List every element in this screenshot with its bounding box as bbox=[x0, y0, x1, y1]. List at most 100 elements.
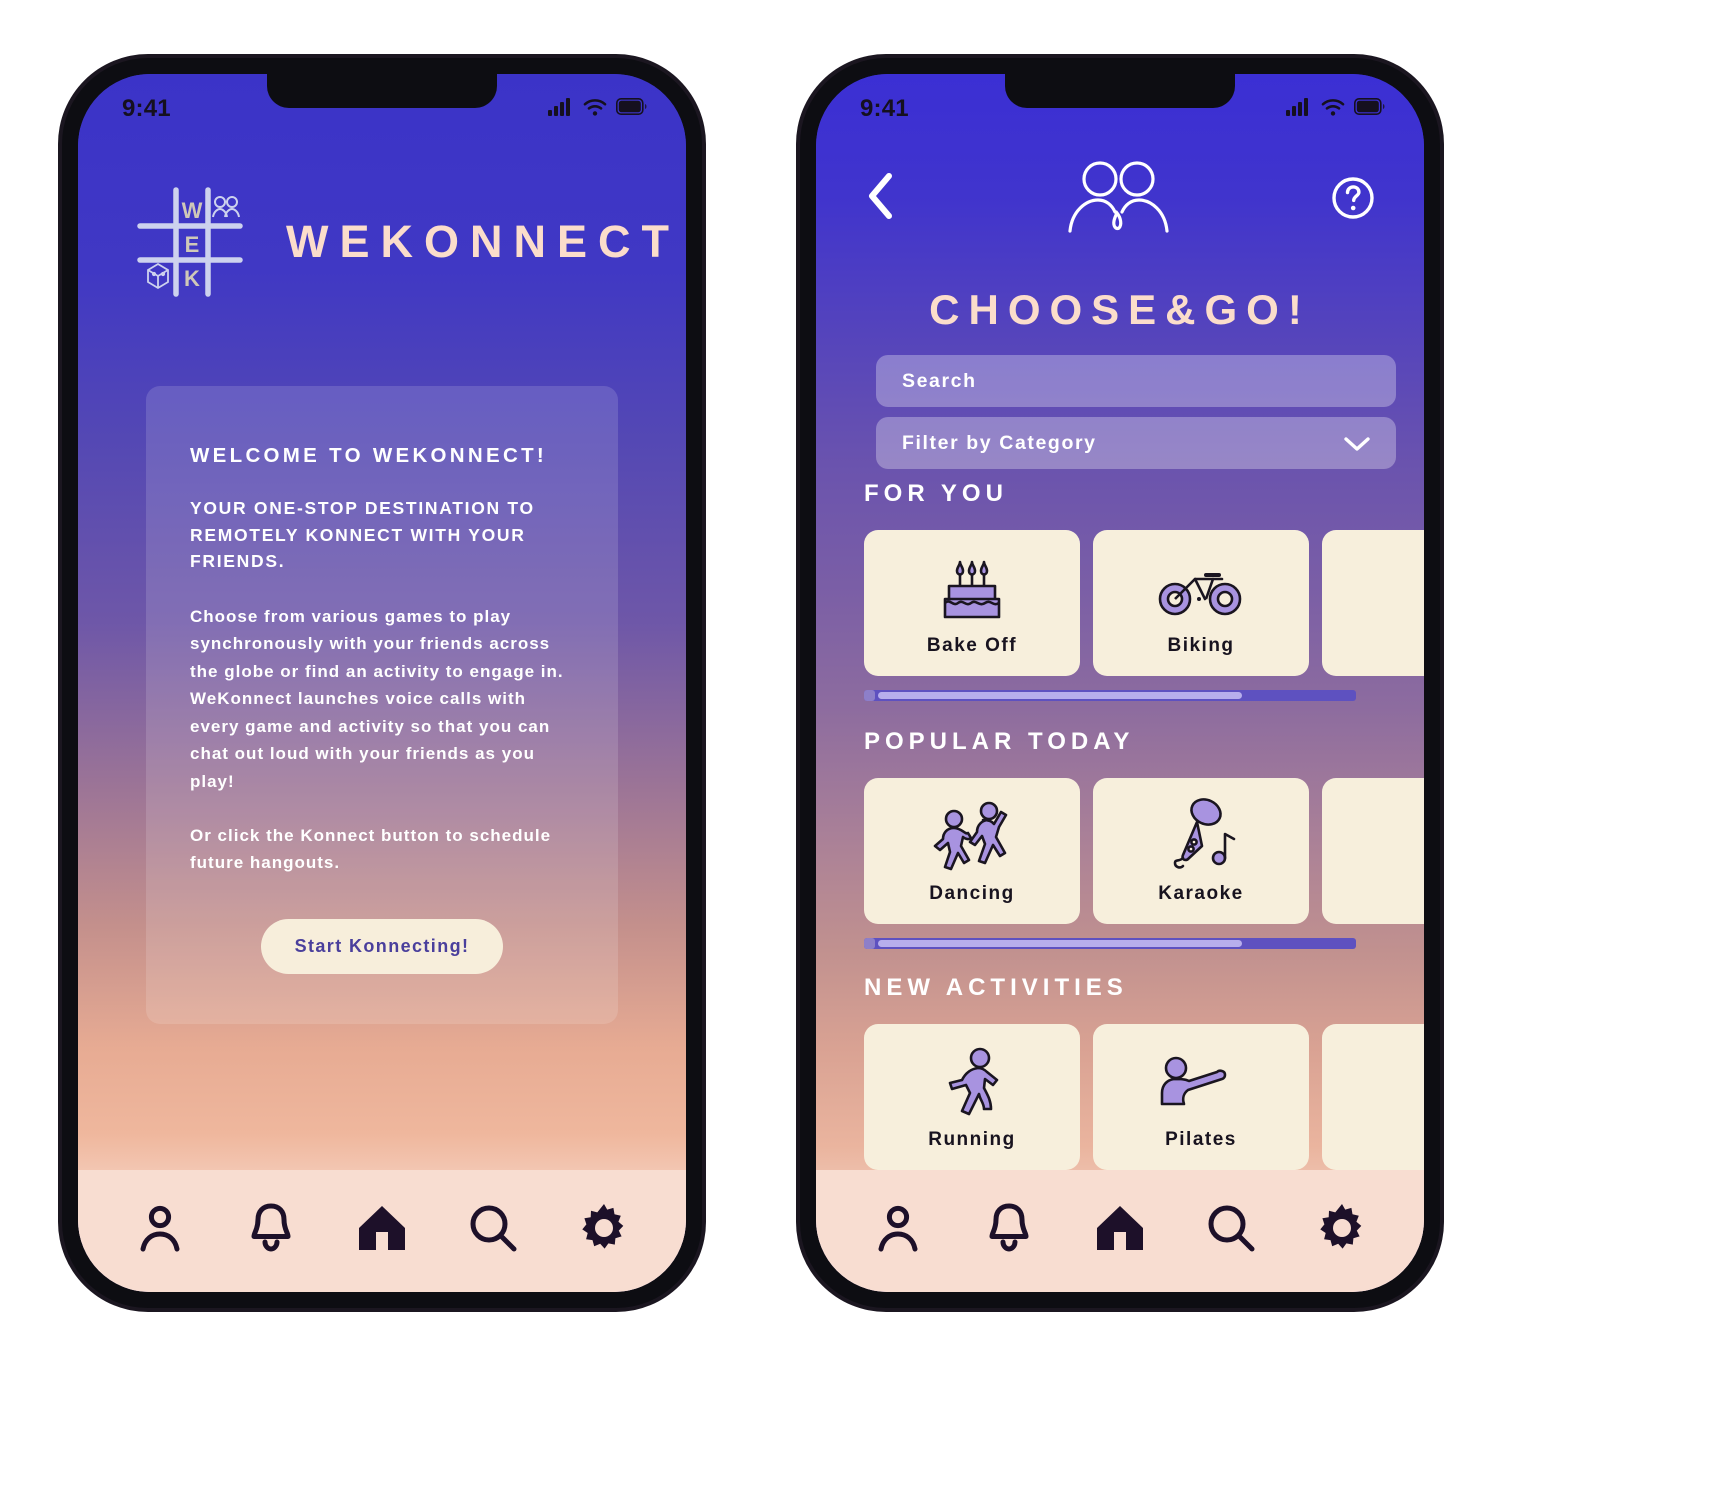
status-time: 9:41 bbox=[860, 95, 909, 122]
status-indicators bbox=[1286, 97, 1386, 121]
chevron-left-icon[interactable] bbox=[864, 170, 904, 226]
brand-wordmark: WEKONNECT bbox=[286, 216, 680, 267]
help-circle-icon[interactable] bbox=[1330, 175, 1376, 221]
nav-item-home[interactable] bbox=[346, 1196, 418, 1260]
bottom-nav-bar bbox=[78, 1170, 686, 1292]
activity-card-bake-off[interactable]: Bake Off bbox=[864, 530, 1080, 676]
dancing-couple-icon bbox=[932, 797, 1012, 873]
cellular-signal-icon bbox=[548, 97, 574, 121]
bell-icon bbox=[985, 1201, 1033, 1255]
activity-card-biking[interactable]: Biking bbox=[1093, 530, 1309, 676]
running-person-icon bbox=[935, 1043, 1009, 1119]
nav-item-profile[interactable] bbox=[862, 1196, 934, 1260]
microphone-music-icon bbox=[1161, 797, 1241, 873]
activity-card-partial[interactable] bbox=[1322, 530, 1424, 676]
nav-item-profile[interactable] bbox=[124, 1196, 196, 1260]
battery-full-icon bbox=[1354, 98, 1386, 120]
screen-choose-and-go: 9:41 CHOOSE&GO! Search Filter by Categor… bbox=[816, 74, 1424, 1292]
activity-card-dancing[interactable]: Dancing bbox=[864, 778, 1080, 924]
horizontal-scrollbar[interactable] bbox=[864, 938, 1356, 949]
section-heading: POPULAR TODAY bbox=[864, 728, 1135, 755]
two-people-icon bbox=[212, 196, 240, 218]
activity-card-karaoke[interactable]: Karaoke bbox=[1093, 778, 1309, 924]
status-bar: 9:41 bbox=[816, 74, 1424, 130]
section-popular-today: POPULAR TODAY Dancing Karaoke bbox=[816, 728, 1424, 949]
person-icon bbox=[136, 1202, 184, 1254]
status-time: 9:41 bbox=[122, 95, 171, 122]
scrollbar-thumb[interactable] bbox=[878, 940, 1243, 947]
gear-icon bbox=[578, 1202, 630, 1254]
nav-item-settings[interactable] bbox=[568, 1196, 640, 1260]
pilates-stretch-icon bbox=[1158, 1043, 1244, 1119]
section-for-you: FOR YOU Bake Off Biking bbox=[816, 480, 1424, 701]
filter-label: Filter by Category bbox=[902, 431, 1097, 454]
welcome-paragraph-1: Choose from various games to play synchr… bbox=[190, 606, 564, 791]
nav-item-home[interactable] bbox=[1084, 1196, 1156, 1260]
cellular-signal-icon bbox=[1286, 97, 1312, 121]
person-icon bbox=[874, 1202, 922, 1254]
scrollbar-cap bbox=[864, 938, 875, 949]
filter-by-category-select[interactable]: Filter by Category bbox=[876, 417, 1396, 469]
svg-text:E: E bbox=[185, 232, 200, 257]
activity-card-label: Running bbox=[928, 1129, 1016, 1150]
activity-card-partial[interactable] bbox=[1322, 778, 1424, 924]
activity-card-label: Biking bbox=[1167, 635, 1235, 656]
activity-card-pilates[interactable]: Pilates bbox=[1093, 1024, 1309, 1170]
screen-welcome: 9:41 W E K WEKONNECT WELCOME TO WEKONNEC… bbox=[78, 74, 686, 1292]
activity-card-label: Karaoke bbox=[1158, 883, 1244, 904]
welcome-title: WELCOME TO WEKONNECT! bbox=[190, 444, 548, 467]
app-top-bar bbox=[816, 160, 1424, 236]
activity-card-partial[interactable] bbox=[1322, 1024, 1424, 1170]
chevron-down-icon bbox=[1344, 435, 1370, 451]
status-indicators bbox=[548, 97, 648, 121]
wifi-icon bbox=[583, 98, 607, 121]
search-input[interactable]: Search bbox=[876, 355, 1396, 407]
welcome-paragraph-2: Or click the Konnect button to schedule … bbox=[190, 825, 552, 873]
home-icon bbox=[1094, 1203, 1146, 1253]
search-icon bbox=[1206, 1203, 1256, 1253]
activity-card-row: Running Pilates bbox=[816, 1024, 1424, 1170]
phone-mockup-choose-and-go: 9:41 CHOOSE&GO! Search Filter by Categor… bbox=[794, 52, 1446, 1314]
section-heading: NEW ACTIVITIES bbox=[864, 974, 1128, 1001]
welcome-subtitle: YOUR ONE-STOP DESTINATION TO REMOTELY KO… bbox=[190, 498, 535, 572]
activity-card-label: Pilates bbox=[1165, 1129, 1237, 1150]
scrollbar-cap bbox=[864, 690, 875, 701]
wifi-icon bbox=[1321, 98, 1345, 121]
welcome-card: WELCOME TO WEKONNECT! YOUR ONE-STOP DEST… bbox=[146, 386, 618, 1024]
nav-item-search[interactable] bbox=[457, 1196, 529, 1260]
nav-item-settings[interactable] bbox=[1306, 1196, 1378, 1260]
nav-item-notifications[interactable] bbox=[235, 1196, 307, 1260]
two-people-icon bbox=[1062, 159, 1172, 237]
home-icon bbox=[356, 1203, 408, 1253]
activity-card-label: Dancing bbox=[929, 883, 1015, 904]
nav-item-notifications[interactable] bbox=[973, 1196, 1045, 1260]
search-placeholder: Search bbox=[902, 369, 977, 392]
cta-container: Start Konnecting! bbox=[190, 918, 574, 974]
section-new-activities: NEW ACTIVITIES Running Pilates bbox=[816, 974, 1424, 1195]
bell-icon bbox=[247, 1201, 295, 1255]
bicycle-icon bbox=[1156, 549, 1246, 625]
svg-text:K: K bbox=[184, 266, 200, 291]
tictactoe-grid-logo: W E K bbox=[136, 186, 244, 298]
birthday-cake-icon bbox=[930, 549, 1014, 625]
brand-header: W E K WEKONNECT bbox=[78, 186, 686, 298]
bottom-nav-bar bbox=[816, 1170, 1424, 1292]
page-title: CHOOSE&GO! bbox=[929, 286, 1311, 333]
nav-item-search[interactable] bbox=[1195, 1196, 1267, 1260]
activity-card-row: Dancing Karaoke bbox=[816, 778, 1424, 924]
phone-mockup-welcome: 9:41 W E K WEKONNECT WELCOME TO WEKONNEC… bbox=[56, 52, 708, 1314]
activity-card-row: Bake Off Biking bbox=[816, 530, 1424, 676]
gear-icon bbox=[1316, 1202, 1368, 1254]
screenshot-canvas: 9:41 W E K WEKONNECT WELCOME TO WEKONNEC… bbox=[0, 0, 1719, 1502]
activity-card-label: Bake Off bbox=[926, 635, 1018, 656]
section-heading: FOR YOU bbox=[864, 480, 1008, 507]
activity-card-running[interactable]: Running bbox=[864, 1024, 1080, 1170]
start-konnecting-button[interactable]: Start Konnecting! bbox=[260, 918, 504, 974]
dice-icon bbox=[147, 262, 169, 290]
battery-full-icon bbox=[616, 98, 648, 120]
status-bar: 9:41 bbox=[78, 74, 686, 130]
svg-text:W: W bbox=[182, 198, 203, 223]
search-icon bbox=[468, 1203, 518, 1253]
scrollbar-thumb[interactable] bbox=[878, 692, 1243, 699]
horizontal-scrollbar[interactable] bbox=[864, 690, 1356, 701]
